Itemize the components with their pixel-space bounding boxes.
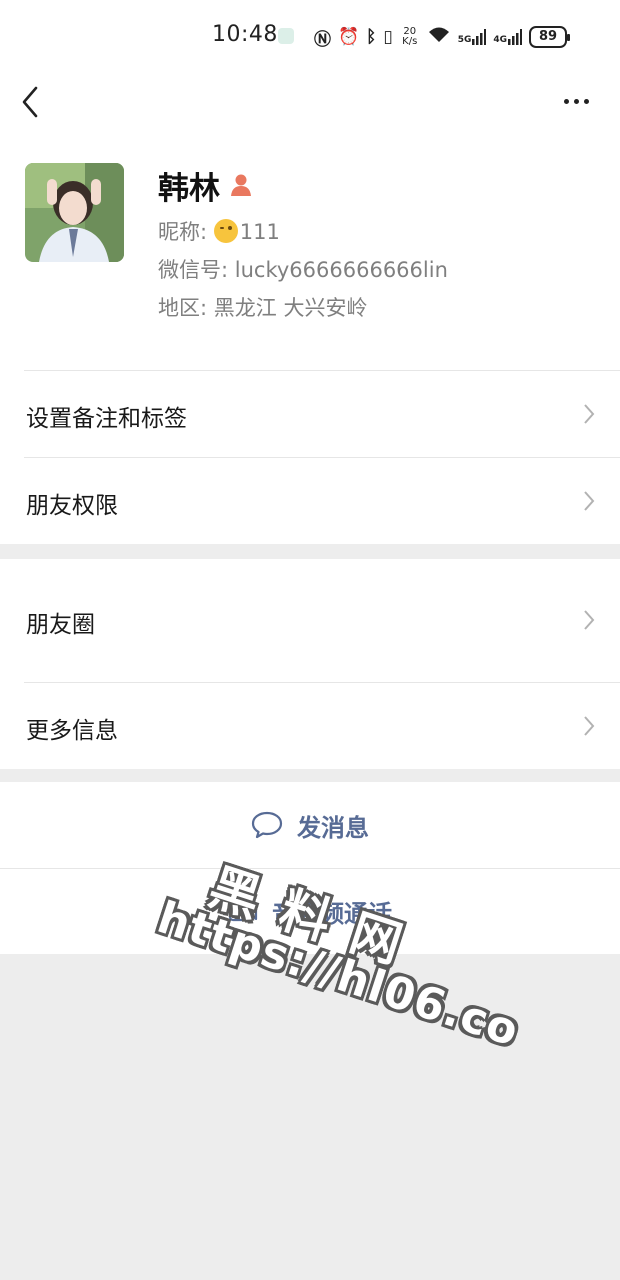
section-gap: [0, 544, 620, 559]
wechat-id-line: 微信号: lucky6666666666lin: [158, 254, 448, 284]
chevron-right-icon: [584, 491, 595, 511]
wink-emoji-icon: [213, 219, 238, 243]
more-options-button[interactable]: [556, 88, 596, 114]
system-icons: Ⓝ ⏰ ᛒ ▯ 20 K/s 5G 4G 89: [314, 24, 571, 50]
nickname-label: 昵称:: [158, 220, 214, 244]
more-info-label: 更多信息: [26, 718, 118, 744]
section-gap: [0, 769, 620, 782]
video-camera-icon: [228, 902, 258, 921]
video-call-label: 音视频通话: [272, 900, 392, 928]
remarks-tags-row[interactable]: 设置备注和标签: [0, 371, 620, 457]
region-value: 黑龙江 大兴安岭: [213, 296, 368, 320]
moments-row[interactable]: 朋友圈: [0, 559, 620, 682]
chevron-left-icon: [22, 86, 38, 118]
avatar-photo: [25, 163, 124, 262]
app-notification-icon: [278, 28, 294, 44]
remarks-tags-label: 设置备注和标签: [26, 406, 187, 432]
friend-permissions-row[interactable]: 朋友权限: [0, 458, 620, 544]
chevron-right-icon: [584, 610, 595, 630]
send-message-label: 发消息: [297, 813, 369, 842]
status-time: 10:48: [212, 22, 278, 47]
name-row: 韩林: [158, 163, 254, 207]
more-dot-icon: [583, 98, 589, 104]
net-speed: 20 K/s: [402, 26, 418, 47]
moments-label: 朋友圈: [26, 612, 95, 638]
region-line: 地区: 黑龙江 大兴安岭: [158, 292, 367, 322]
alarm-icon: ⏰: [338, 27, 360, 47]
profile-page: 10:48 Ⓝ ⏰ ᛒ ▯ 20 K/s 5G 4G 89 韩林 昵称: 111…: [0, 0, 620, 954]
nickname-line: 昵称: 111: [158, 216, 280, 246]
video-call-button[interactable]: 音视频通话: [0, 869, 620, 954]
chevron-right-icon: [584, 716, 595, 736]
back-button[interactable]: [16, 84, 50, 120]
bluetooth-icon: ᛒ: [366, 27, 377, 47]
signal-5g-icon: 5G: [458, 29, 487, 45]
signal-4g-icon: 4G: [493, 29, 523, 45]
contact-name: 韩林: [158, 170, 220, 207]
chat-bubble-icon: [251, 811, 283, 839]
wechat-id-value: lucky6666666666lin: [234, 258, 448, 282]
nfc-icon: Ⓝ: [314, 29, 331, 50]
avatar[interactable]: [25, 163, 124, 262]
send-message-button[interactable]: 发消息: [0, 782, 620, 868]
wechat-id-label: 微信号:: [158, 258, 235, 282]
nickname-value: 111: [239, 220, 280, 244]
chevron-right-icon: [584, 404, 595, 424]
status-bar: 10:48 Ⓝ ⏰ ᛒ ▯ 20 K/s 5G 4G 89: [0, 0, 620, 72]
friend-permissions-label: 朋友权限: [26, 493, 118, 519]
female-icon: [231, 174, 251, 196]
wifi-icon: [427, 26, 451, 49]
region-label: 地区:: [158, 296, 214, 320]
battery-icon: 89: [529, 26, 571, 48]
more-dot-icon: [573, 98, 579, 104]
more-dot-icon: [563, 98, 569, 104]
more-info-row[interactable]: 更多信息: [0, 683, 620, 769]
vibrate-icon: ▯: [383, 27, 393, 47]
